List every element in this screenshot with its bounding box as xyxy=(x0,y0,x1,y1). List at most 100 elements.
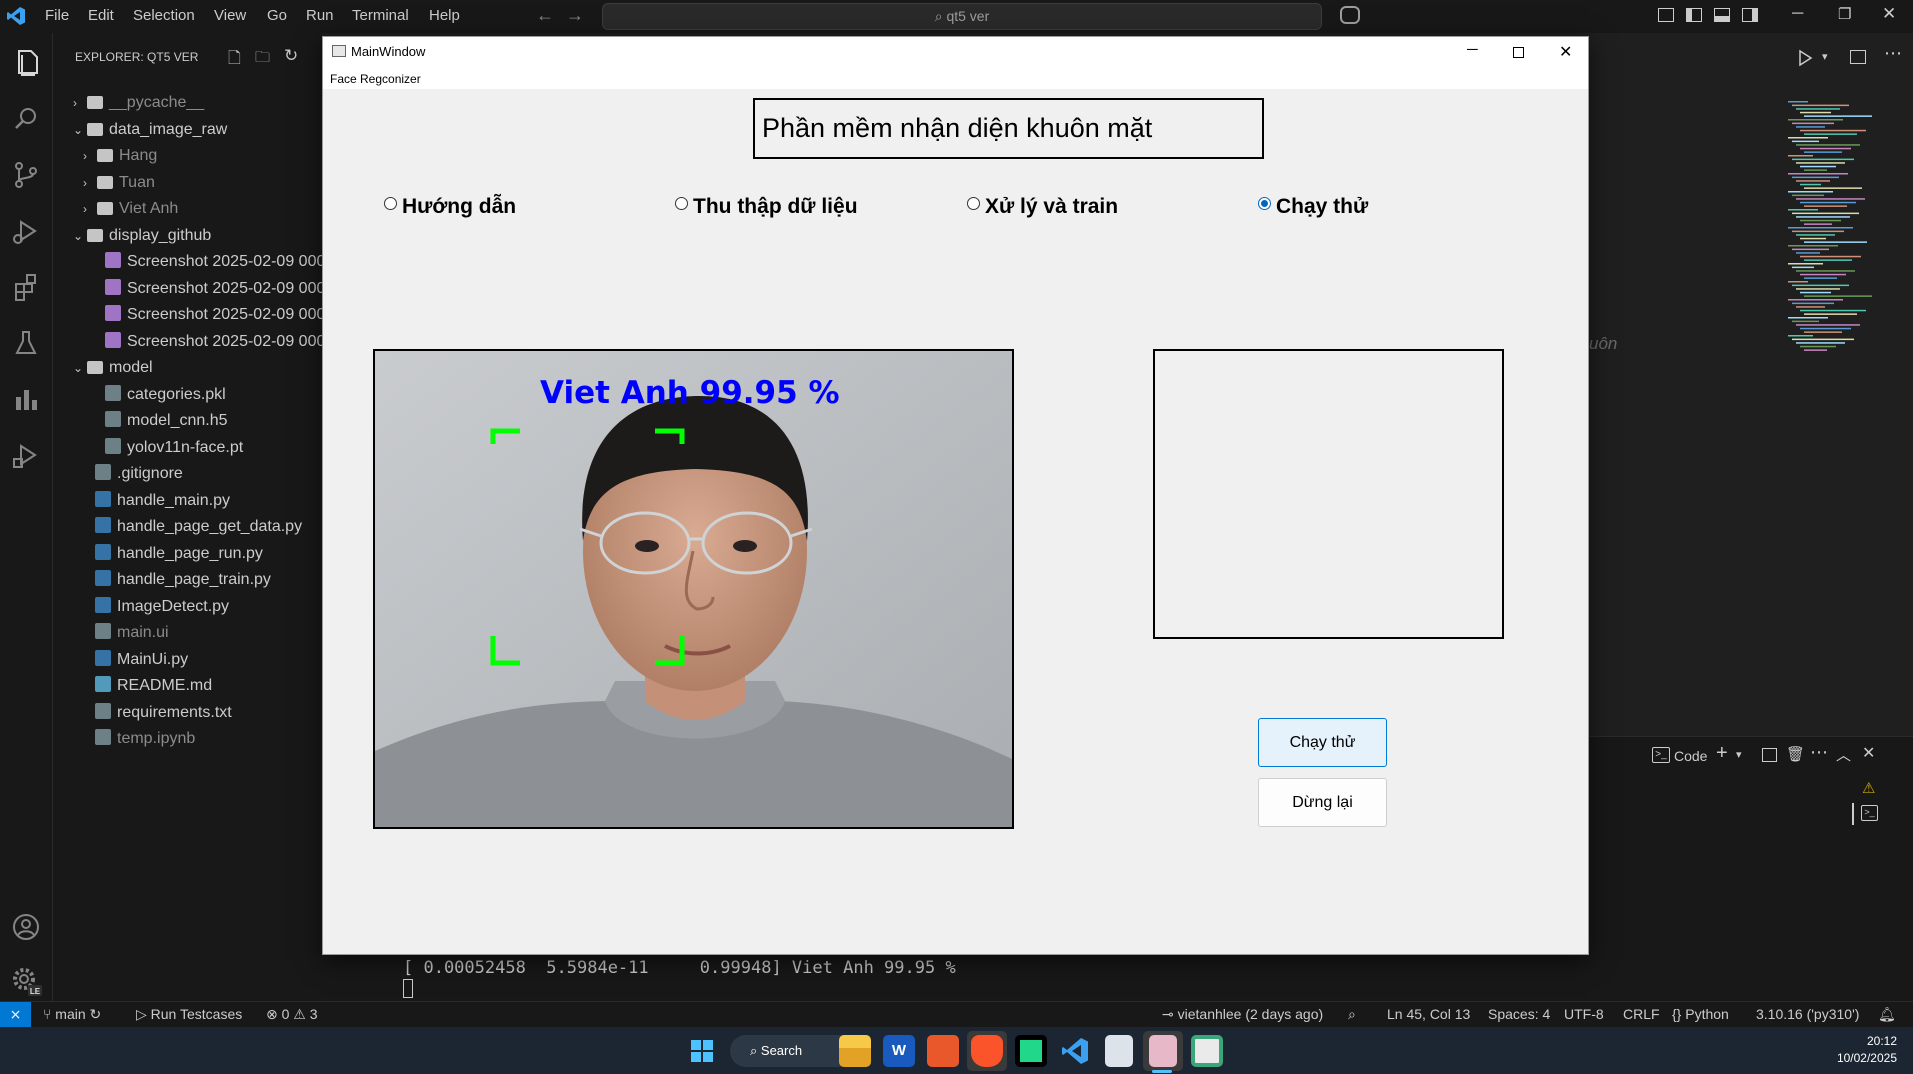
tree-file[interactable]: handle_page_run.py xyxy=(95,541,263,567)
tree-folder[interactable]: ⌄ display_github xyxy=(73,223,211,249)
qt-maximize-icon[interactable] xyxy=(1513,47,1524,58)
clock-time[interactable]: 20:12 xyxy=(1797,1034,1897,1048)
vscode-taskbar-icon[interactable] xyxy=(1059,1035,1091,1067)
tree-folder[interactable]: › Tuan xyxy=(83,170,155,196)
radio-huong-dan[interactable]: Hướng dẫn xyxy=(384,195,516,219)
back-arrow-icon[interactable]: ← xyxy=(536,5,554,26)
tree-file[interactable]: model_cnn.h5 xyxy=(105,408,228,434)
pycharm-icon[interactable] xyxy=(1015,1035,1047,1067)
tree-folder[interactable]: ⌄ data_image_raw xyxy=(73,117,227,143)
clock-date[interactable]: 10/02/2025 xyxy=(1797,1051,1897,1065)
tree-file[interactable]: ImageDetect.py xyxy=(95,594,229,620)
run-file-icon[interactable] xyxy=(1796,49,1814,67)
tree-file[interactable]: handle_page_train.py xyxy=(95,567,271,593)
run-debug-icon[interactable] xyxy=(8,213,44,249)
refresh-icon[interactable]: ↻ xyxy=(284,46,298,66)
charts-icon[interactable] xyxy=(8,381,44,417)
chevron-down-icon[interactable]: ▾ xyxy=(1822,50,1828,63)
menu-run[interactable]: Run xyxy=(306,7,334,24)
command-center-search[interactable]: ⌕ qt5 ver xyxy=(602,3,1322,30)
menu-file[interactable]: File xyxy=(45,7,69,24)
menu-help[interactable]: Help xyxy=(429,7,460,24)
account-icon[interactable] xyxy=(8,909,44,945)
run-button[interactable]: Chạy thử xyxy=(1258,718,1387,767)
toggle-layout-icon[interactable] xyxy=(1658,8,1674,22)
menu-view[interactable]: View xyxy=(214,7,246,24)
source-control-icon[interactable] xyxy=(8,157,44,193)
tree-file[interactable]: main.ui xyxy=(95,620,169,646)
explorer-icon[interactable] xyxy=(8,45,44,81)
close-icon[interactable]: ✕ xyxy=(1882,4,1896,24)
tree-file[interactable]: categories.pkl xyxy=(105,382,226,408)
tree-file[interactable]: README.md xyxy=(95,673,212,699)
remote-explorer-icon[interactable] xyxy=(8,437,44,473)
more-actions-icon[interactable]: ⋯ xyxy=(1810,742,1828,763)
qt-designer-icon[interactable] xyxy=(1149,1035,1177,1067)
terminal-tab-label[interactable]: Code xyxy=(1674,748,1707,764)
cursor-position[interactable]: Ln 45, Col 13 xyxy=(1387,1006,1470,1022)
split-terminal-icon[interactable] xyxy=(1762,748,1777,762)
file-explorer-icon[interactable] xyxy=(839,1035,871,1067)
new-file-icon[interactable]: 🗋 xyxy=(228,47,241,74)
tree-file[interactable]: Screenshot 2025-02-09 0006 xyxy=(105,249,322,275)
qt-minimize-icon[interactable]: ─ xyxy=(1467,41,1478,58)
close-panel-icon[interactable]: ✕ xyxy=(1862,743,1875,763)
branch-status[interactable]: ⑂ main ↻ xyxy=(43,1006,101,1023)
foxit-reader-icon[interactable] xyxy=(927,1035,959,1067)
windows-start-icon[interactable] xyxy=(690,1039,714,1063)
problems-status[interactable]: ⊗ 0 ⚠ 3 xyxy=(266,1006,318,1023)
new-folder-icon[interactable]: 🗀 xyxy=(255,47,270,72)
extensions-icon[interactable] xyxy=(8,269,44,305)
minimap[interactable] xyxy=(1784,101,1894,371)
testing-icon[interactable] xyxy=(8,325,44,361)
menu-go[interactable]: Go xyxy=(267,7,287,24)
menu-terminal[interactable]: Terminal xyxy=(352,7,409,24)
menu-face-regconizer[interactable]: Face Regconizer xyxy=(330,72,421,86)
zoom-icon[interactable]: ⌕ xyxy=(1348,1006,1356,1023)
git-blame-status[interactable]: ⊸ vietanhlee (2 days ago) xyxy=(1162,1006,1323,1023)
language-mode[interactable]: {} Python xyxy=(1672,1006,1729,1022)
new-terminal-icon[interactable]: + xyxy=(1716,742,1728,765)
end-of-line[interactable]: CRLF xyxy=(1623,1006,1660,1022)
terminal-instance-icon[interactable]: >_ xyxy=(1861,805,1878,821)
stop-button[interactable]: Dừng lại xyxy=(1258,778,1387,827)
tree-file[interactable]: Screenshot 2025-02-09 0007 xyxy=(105,329,322,355)
chevron-down-icon[interactable]: ▾ xyxy=(1736,748,1742,761)
tree-file[interactable]: Screenshot 2025-02-09 0006 xyxy=(105,302,322,328)
warning-icon[interactable]: ⚠ xyxy=(1862,779,1875,797)
tree-file[interactable]: yolov11n-face.pt xyxy=(105,435,243,461)
remote-indicator-icon[interactable]: ⨯ xyxy=(0,1002,31,1027)
radio-thu-thap-du-lieu[interactable]: Thu thập dữ liệu xyxy=(675,195,858,219)
toggle-sidebar-icon[interactable] xyxy=(1686,8,1702,22)
notifications-bell-icon[interactable]: 🔔︎ xyxy=(1878,1006,1896,1023)
tree-folder[interactable]: › __pycache__ xyxy=(73,90,204,116)
more-actions-icon[interactable]: ⋯ xyxy=(1884,43,1902,64)
word-icon[interactable]: W xyxy=(883,1035,915,1067)
tree-file[interactable]: requirements.txt xyxy=(95,700,232,726)
brave-browser-icon[interactable] xyxy=(971,1035,1003,1067)
app-icon[interactable] xyxy=(1105,1035,1133,1067)
encoding[interactable]: UTF-8 xyxy=(1564,1006,1604,1022)
tree-file[interactable]: MainUi.py xyxy=(95,647,188,673)
menu-selection[interactable]: Selection xyxy=(133,7,195,24)
tree-folder[interactable]: › Viet Anh xyxy=(83,196,178,222)
toggle-panel-icon[interactable] xyxy=(1714,8,1730,22)
tree-file[interactable]: .gitignore xyxy=(95,461,183,487)
tree-file[interactable]: handle_main.py xyxy=(95,488,230,514)
tree-file[interactable]: temp.ipynb xyxy=(95,726,195,752)
split-editor-icon[interactable] xyxy=(1850,50,1866,64)
python-interpreter[interactable]: 3.10.16 ('py310') xyxy=(1756,1006,1859,1022)
trash-icon[interactable]: 🗑 xyxy=(1786,745,1805,763)
python-window-icon[interactable] xyxy=(1191,1035,1223,1067)
qt-close-icon[interactable]: ✕ xyxy=(1559,42,1572,62)
tree-file[interactable]: handle_page_get_data.py xyxy=(95,514,302,540)
restore-icon[interactable]: ❐ xyxy=(1838,5,1851,23)
radio-xu-ly-va-train[interactable]: Xử lý và train xyxy=(967,195,1118,219)
tree-folder[interactable]: ⌄ model xyxy=(73,355,153,381)
tree-file[interactable]: Screenshot 2025-02-09 0006 xyxy=(105,276,322,302)
minimize-icon[interactable]: ─ xyxy=(1792,5,1803,23)
forward-arrow-icon[interactable]: → xyxy=(566,5,584,26)
indentation[interactable]: Spaces: 4 xyxy=(1488,1006,1550,1022)
radio-chay-thu[interactable]: Chạy thử xyxy=(1258,195,1368,219)
maximize-panel-icon[interactable]: ︿ xyxy=(1836,744,1851,765)
